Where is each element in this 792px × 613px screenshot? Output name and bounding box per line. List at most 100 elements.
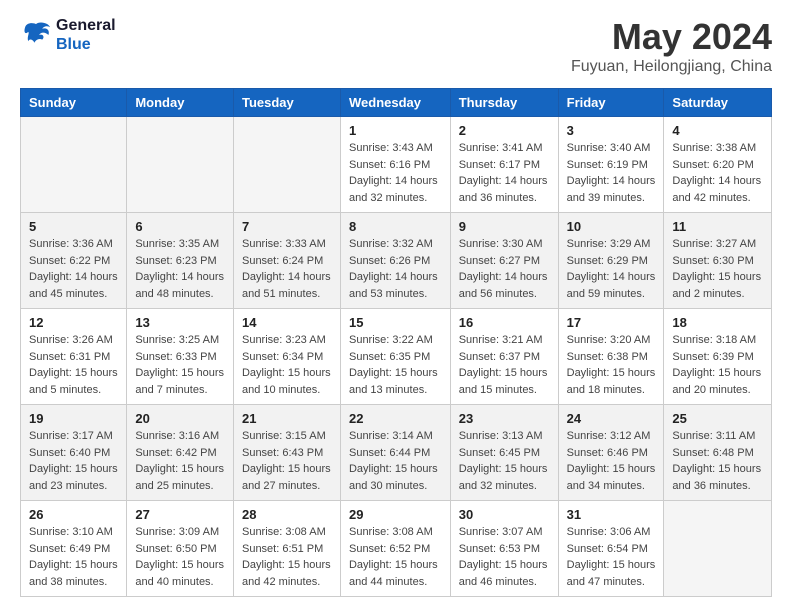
day-info: Sunrise: 3:16 AM Sunset: 6:42 PM Dayligh… — [135, 428, 225, 494]
logo-blue: Blue — [56, 36, 91, 53]
day-info: Sunrise: 3:07 AM Sunset: 6:53 PM Dayligh… — [459, 524, 550, 590]
calendar-cell: 20 Sunrise: 3:16 AM Sunset: 6:42 PM Dayli… — [127, 405, 234, 501]
day-info: Sunrise: 3:30 AM Sunset: 6:27 PM Dayligh… — [459, 236, 550, 302]
calendar-cell: 17Sunrise: 3:20 AM Sunset: 6:38 PM Dayli… — [558, 309, 664, 405]
calendar-cell: 8 Sunrise: 3:32 AM Sunset: 6:26 PM Daylig… — [340, 213, 450, 309]
day-info: Sunrise: 3:13 AM Sunset: 6:45 PM Dayligh… — [459, 428, 550, 494]
logo-text: General Blue — [56, 16, 116, 54]
day-info: Sunrise: 3:22 AM Sunset: 6:35 PM Dayligh… — [349, 332, 442, 398]
day-info: Sunrise: 3:10 AM Sunset: 6:49 PM Dayligh… — [29, 524, 118, 590]
calendar-cell: 25 Sunrise: 3:11 AM Sunset: 6:48 PM Dayli… — [664, 405, 772, 501]
day-number: 18 — [672, 315, 763, 330]
calendar-week-4: 19Sunrise: 3:17 AM Sunset: 6:40 PM Dayli… — [21, 405, 772, 501]
day-info: Sunrise: 3:38 AM Sunset: 6:20 PM Dayligh… — [672, 140, 763, 206]
day-info: Sunrise: 3:27 AM Sunset: 6:30 PM Dayligh… — [672, 236, 763, 302]
title-block: May 2024 Fuyuan, Heilongjiang, China — [571, 16, 772, 76]
calendar-table: SundayMondayTuesdayWednesdayThursdayFrid… — [20, 88, 772, 597]
calendar-cell: 11 Sunrise: 3:27 AM Sunset: 6:30 PM Dayli… — [664, 213, 772, 309]
day-number: 6 — [135, 219, 225, 234]
day-number: 11 — [672, 219, 763, 234]
calendar-cell: 15 Sunrise: 3:22 AM Sunset: 6:35 PM Dayli… — [340, 309, 450, 405]
calendar-cell: 4 Sunrise: 3:38 AM Sunset: 6:20 PM Daylig… — [664, 117, 772, 213]
day-number: 16 — [459, 315, 550, 330]
day-number: 25 — [672, 411, 763, 426]
col-header-wednesday: Wednesday — [340, 89, 450, 117]
calendar-header-row: SundayMondayTuesdayWednesdayThursdayFrid… — [21, 89, 772, 117]
day-number: 21 — [242, 411, 332, 426]
day-number: 1 — [349, 123, 442, 138]
day-info: Sunrise: 3:25 AM Sunset: 6:33 PM Dayligh… — [135, 332, 225, 398]
day-info: Sunrise: 3:06 AM Sunset: 6:54 PM Dayligh… — [567, 524, 656, 590]
day-number: 23 — [459, 411, 550, 426]
day-info: Sunrise: 3:40 AM Sunset: 6:19 PM Dayligh… — [567, 140, 656, 206]
calendar-cell — [664, 501, 772, 597]
calendar-week-1: 1 Sunrise: 3:43 AM Sunset: 6:16 PM Daylig… — [21, 117, 772, 213]
day-info: Sunrise: 3:14 AM Sunset: 6:44 PM Dayligh… — [349, 428, 442, 494]
day-number: 2 — [459, 123, 550, 138]
calendar-cell: 13 Sunrise: 3:25 AM Sunset: 6:33 PM Dayli… — [127, 309, 234, 405]
calendar-cell: 18 Sunrise: 3:18 AM Sunset: 6:39 PM Dayli… — [664, 309, 772, 405]
calendar-cell: 14Sunrise: 3:23 AM Sunset: 6:34 PM Dayli… — [233, 309, 340, 405]
day-info: Sunrise: 3:21 AM Sunset: 6:37 PM Dayligh… — [459, 332, 550, 398]
calendar-cell: 1 Sunrise: 3:43 AM Sunset: 6:16 PM Daylig… — [340, 117, 450, 213]
day-number: 28 — [242, 507, 332, 522]
calendar-cell: 9 Sunrise: 3:30 AM Sunset: 6:27 PM Daylig… — [450, 213, 558, 309]
day-number: 3 — [567, 123, 656, 138]
col-header-saturday: Saturday — [664, 89, 772, 117]
calendar-cell — [233, 117, 340, 213]
day-number: 10 — [567, 219, 656, 234]
page: General Blue May 2024 Fuyuan, Heilongjia… — [0, 0, 792, 613]
col-header-monday: Monday — [127, 89, 234, 117]
day-info: Sunrise: 3:29 AM Sunset: 6:29 PM Dayligh… — [567, 236, 656, 302]
calendar-cell: 27Sunrise: 3:09 AM Sunset: 6:50 PM Dayli… — [127, 501, 234, 597]
day-number: 14 — [242, 315, 332, 330]
day-info: Sunrise: 3:36 AM Sunset: 6:22 PM Dayligh… — [29, 236, 118, 302]
col-header-friday: Friday — [558, 89, 664, 117]
day-number: 15 — [349, 315, 442, 330]
calendar-week-2: 5Sunrise: 3:36 AM Sunset: 6:22 PM Daylig… — [21, 213, 772, 309]
logo: General Blue — [20, 16, 116, 54]
day-info: Sunrise: 3:09 AM Sunset: 6:50 PM Dayligh… — [135, 524, 225, 590]
day-number: 7 — [242, 219, 332, 234]
day-number: 31 — [567, 507, 656, 522]
day-number: 4 — [672, 123, 763, 138]
day-number: 13 — [135, 315, 225, 330]
col-header-tuesday: Tuesday — [233, 89, 340, 117]
day-info: Sunrise: 3:41 AM Sunset: 6:17 PM Dayligh… — [459, 140, 550, 206]
calendar-cell: 2 Sunrise: 3:41 AM Sunset: 6:17 PM Daylig… — [450, 117, 558, 213]
calendar-cell: 3 Sunrise: 3:40 AM Sunset: 6:19 PM Daylig… — [558, 117, 664, 213]
day-info: Sunrise: 3:43 AM Sunset: 6:16 PM Dayligh… — [349, 140, 442, 206]
calendar-week-5: 26Sunrise: 3:10 AM Sunset: 6:49 PM Dayli… — [21, 501, 772, 597]
calendar-cell: 21 Sunrise: 3:15 AM Sunset: 6:43 PM Dayli… — [233, 405, 340, 501]
day-number: 29 — [349, 507, 442, 522]
main-title: May 2024 — [571, 16, 772, 58]
day-info: Sunrise: 3:11 AM Sunset: 6:48 PM Dayligh… — [672, 428, 763, 494]
day-number: 8 — [349, 219, 442, 234]
day-info: Sunrise: 3:26 AM Sunset: 6:31 PM Dayligh… — [29, 332, 118, 398]
day-number: 9 — [459, 219, 550, 234]
day-info: Sunrise: 3:32 AM Sunset: 6:26 PM Dayligh… — [349, 236, 442, 302]
calendar-cell: 16 Sunrise: 3:21 AM Sunset: 6:37 PM Dayli… — [450, 309, 558, 405]
day-info: Sunrise: 3:08 AM Sunset: 6:51 PM Dayligh… — [242, 524, 332, 590]
subtitle: Fuyuan, Heilongjiang, China — [571, 58, 772, 76]
day-info: Sunrise: 3:15 AM Sunset: 6:43 PM Dayligh… — [242, 428, 332, 494]
day-number: 20 — [135, 411, 225, 426]
logo-general: General — [56, 17, 116, 34]
day-number: 22 — [349, 411, 442, 426]
col-header-thursday: Thursday — [450, 89, 558, 117]
calendar-cell: 30Sunrise: 3:07 AM Sunset: 6:53 PM Dayli… — [450, 501, 558, 597]
calendar-cell: 12Sunrise: 3:26 AM Sunset: 6:31 PM Dayli… — [21, 309, 127, 405]
calendar-cell: 10 Sunrise: 3:29 AM Sunset: 6:29 PM Dayli… — [558, 213, 664, 309]
calendar-cell: 23 Sunrise: 3:13 AM Sunset: 6:45 PM Dayli… — [450, 405, 558, 501]
calendar-cell: 28 Sunrise: 3:08 AM Sunset: 6:51 PM Dayli… — [233, 501, 340, 597]
day-info: Sunrise: 3:18 AM Sunset: 6:39 PM Dayligh… — [672, 332, 763, 398]
day-number: 19 — [29, 411, 118, 426]
day-number: 24 — [567, 411, 656, 426]
day-number: 17 — [567, 315, 656, 330]
calendar-cell: 6Sunrise: 3:35 AM Sunset: 6:23 PM Daylig… — [127, 213, 234, 309]
calendar-cell — [127, 117, 234, 213]
calendar-cell — [21, 117, 127, 213]
calendar-cell: 19Sunrise: 3:17 AM Sunset: 6:40 PM Dayli… — [21, 405, 127, 501]
calendar-cell: 24Sunrise: 3:12 AM Sunset: 6:46 PM Dayli… — [558, 405, 664, 501]
day-info: Sunrise: 3:08 AM Sunset: 6:52 PM Dayligh… — [349, 524, 442, 590]
